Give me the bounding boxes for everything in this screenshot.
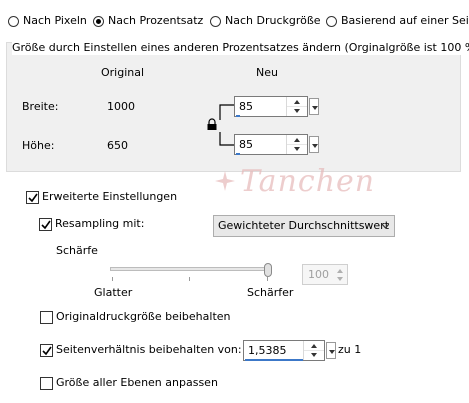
width-original: 1000 [107,100,135,113]
column-original: Original [101,66,145,79]
slider-tick [267,277,268,281]
radio-by-print-size[interactable] [210,16,221,27]
resampling-label[interactable]: Resampling mit: [55,217,144,231]
keep-aspect-ratio-label[interactable]: Seitenverhältnis beibehalten von: [56,343,242,357]
radio-by-percent-label[interactable]: Nach Prozentsatz [108,14,203,28]
width-focus-indicator [236,115,240,117]
slider-tick [189,277,190,281]
height-percent-value: 85 [239,138,253,151]
width-percent-value: 85 [239,100,253,113]
height-decrement-button[interactable] [287,145,307,154]
resampling-method-value: Gewichteter Durchschnittswert [218,219,390,232]
height-original: 650 [107,139,128,152]
keep-print-size-checkbox[interactable] [40,311,53,324]
slider-tick [112,277,113,281]
aspect-focus-indicator [245,359,303,361]
height-dropdown-button[interactable] [309,136,319,153]
resampling-method-select[interactable]: Gewichteter Durchschnittswert [213,215,395,237]
sharpness-left-label: Glatter [94,286,133,299]
watermark-star-icon [215,171,235,191]
sharpness-slider-thumb[interactable] [264,263,272,277]
sharpness-slider-track[interactable] [110,267,268,271]
check-icon [28,193,38,203]
width-decrement-button[interactable] [287,107,307,116]
radio-by-page[interactable] [326,16,337,27]
aspect-ratio-spinner[interactable]: 1,5385 [243,340,336,361]
width-percent-spinner[interactable]: 85 [234,96,319,117]
radio-by-pixels-label[interactable]: Nach Pixeln [23,14,87,28]
resampling-checkbox[interactable] [39,218,52,231]
group-title: Größe durch Einstellen eines anderen Pro… [12,41,469,55]
sharpness-value: 100 [308,268,329,281]
aspect-ratio-value: 1,5385 [248,344,287,357]
keep-print-size-label[interactable]: Originaldruckgröße beibehalten [56,310,231,324]
height-focus-indicator [236,153,240,155]
height-increment-button[interactable] [287,135,307,145]
aspect-decrement-button[interactable] [304,351,324,360]
check-icon [42,346,52,356]
sharpness-label: Schärfe [56,244,98,257]
chevron-down-icon [381,223,389,229]
aspect-spin-buttons [303,341,324,360]
radio-by-print-size-label[interactable]: Nach Druckgröße [225,14,321,28]
width-increment-button[interactable] [287,97,307,107]
up-arrow-icon [337,269,343,273]
column-new: Neu [256,66,278,79]
advanced-settings-checkbox[interactable] [26,191,39,204]
sharpness-value-input: 100 [302,264,348,285]
aspect-ratio-suffix: zu 1 [338,343,362,356]
sharpness-right-label: Schärfer [247,286,294,299]
resize-all-layers-label[interactable]: Größe aller Ebenen anpassen [56,376,218,390]
height-label: Höhe: [22,139,55,152]
height-spin-buttons [286,135,307,154]
lock-icon[interactable] [206,118,218,131]
keep-aspect-ratio-checkbox[interactable] [40,344,53,357]
width-label: Breite: [22,100,59,113]
radio-by-percent[interactable] [93,16,104,27]
down-arrow-icon [337,277,343,281]
width-dropdown-button[interactable] [309,98,319,115]
radio-by-page-label[interactable]: Basierend auf einer Seite [341,14,469,28]
width-spin-buttons [286,97,307,116]
radio-by-pixels[interactable] [8,16,19,27]
advanced-settings-label[interactable]: Erweiterte Einstellungen [42,190,177,204]
aspect-dropdown-button[interactable] [326,342,336,359]
watermark-text: Tanchen [240,164,376,199]
watermark: Tanchen [215,164,376,199]
resize-all-layers-checkbox[interactable] [40,377,53,390]
check-icon [41,220,51,230]
aspect-increment-button[interactable] [304,341,324,351]
height-percent-spinner[interactable]: 85 [234,134,319,155]
